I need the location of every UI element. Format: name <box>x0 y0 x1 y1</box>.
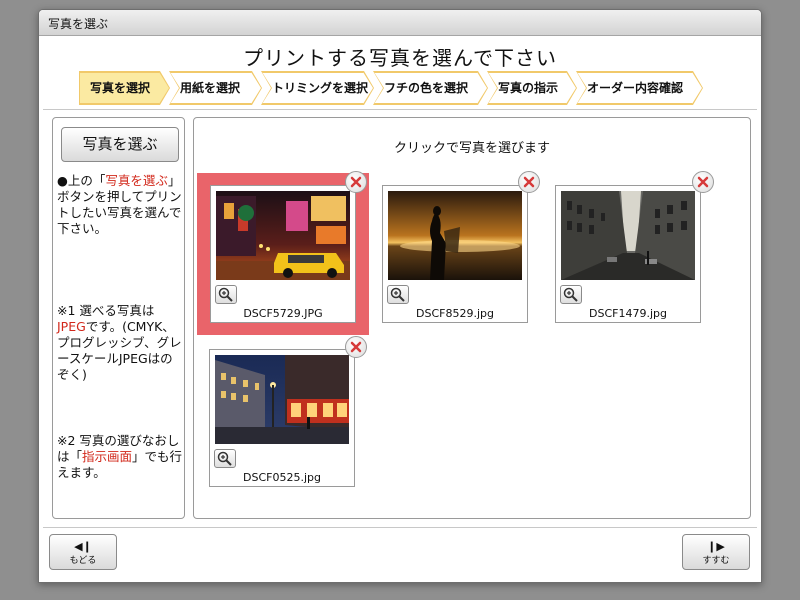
step-label: 写真の指示 <box>498 81 559 95</box>
zoom-icon[interactable] <box>215 285 237 304</box>
step-label: オーダー内容確認 <box>587 81 684 95</box>
step-order-confirm[interactable]: オーダー内容確認 <box>577 72 702 104</box>
delete-icon[interactable] <box>692 171 714 193</box>
photo-thumbnail <box>216 191 350 280</box>
instruction-text-3: ※2 写真の選びなおしは「指示画面」でも行えます。 <box>57 433 183 480</box>
instruction-text-2: ※1 選べる写真はJPEGです。(CMYK、プログレッシブ、グレースケールJPE… <box>57 303 182 382</box>
delete-icon[interactable] <box>518 171 540 193</box>
photo-thumbnail <box>215 355 349 444</box>
back-button[interactable]: ◀❙ もどる <box>49 534 117 570</box>
photo-card[interactable]: DSCF1479.jpg <box>555 185 701 323</box>
photo-area-caption: クリックで写真を選びます <box>393 141 550 156</box>
next-icon: ❙▶ <box>707 540 725 553</box>
step-select-photo[interactable]: 写真を選択 <box>80 72 169 104</box>
step-select-trimming[interactable]: トリミングを選択 <box>262 72 373 104</box>
title-bar: 写真を選ぶ <box>39 10 761 36</box>
window-title: 写真を選ぶ <box>48 17 109 31</box>
divider <box>43 109 757 110</box>
photo-card[interactable]: DSCF5729.JPG <box>210 185 356 323</box>
step-label: フチの色を選択 <box>384 81 469 95</box>
instruction-panel: 写真を選ぶ ●上の「写真を選ぶ」ボタンを押してプリントしたい写真を選んで下さい。… <box>52 117 185 519</box>
photo-card[interactable]: DSCF0525.jpg <box>209 349 355 487</box>
zoom-icon[interactable] <box>560 285 582 304</box>
photo-filename: DSCF0525.jpg <box>243 471 321 484</box>
photo-filename: DSCF8529.jpg <box>416 307 494 320</box>
choose-photo-button[interactable]: 写真を選ぶ <box>61 127 179 162</box>
photo-card[interactable]: DSCF8529.jpg <box>382 185 528 323</box>
photo-filename: DSCF5729.JPG <box>243 307 323 320</box>
step-label: 写真を選択 <box>90 81 151 95</box>
step-select-paper[interactable]: 用紙を選択 <box>170 72 261 104</box>
photo-thumbnail <box>388 191 522 280</box>
step-photo-instructions[interactable]: 写真の指示 <box>488 72 576 104</box>
step-label: 用紙を選択 <box>180 81 241 95</box>
delete-icon[interactable] <box>345 336 367 358</box>
photo-thumbnail <box>561 191 695 280</box>
page-heading: プリントする写真を選んで下さい <box>243 46 557 70</box>
step-label: トリミングを選択 <box>272 81 369 95</box>
photo-filename: DSCF1479.jpg <box>589 307 667 320</box>
delete-icon[interactable] <box>345 171 367 193</box>
step-select-border-color[interactable]: フチの色を選択 <box>374 72 487 104</box>
next-button[interactable]: ❙▶ すすむ <box>682 534 750 570</box>
zoom-icon[interactable] <box>214 449 236 468</box>
instruction-text-1: ●上の「写真を選ぶ」ボタンを押してプリントしたい写真を選んで下さい。 <box>57 173 182 236</box>
divider <box>43 527 757 528</box>
app-window: 写真を選ぶ プリントする写真を選んで下さい 写真を選択 用紙を選択 トリミングを… <box>38 9 762 583</box>
zoom-icon[interactable] <box>387 285 409 304</box>
back-icon: ◀❙ <box>74 540 92 553</box>
photo-area: クリックで写真を選びます DSCF5729.JPG DSCF8529.jpg D… <box>193 117 751 519</box>
